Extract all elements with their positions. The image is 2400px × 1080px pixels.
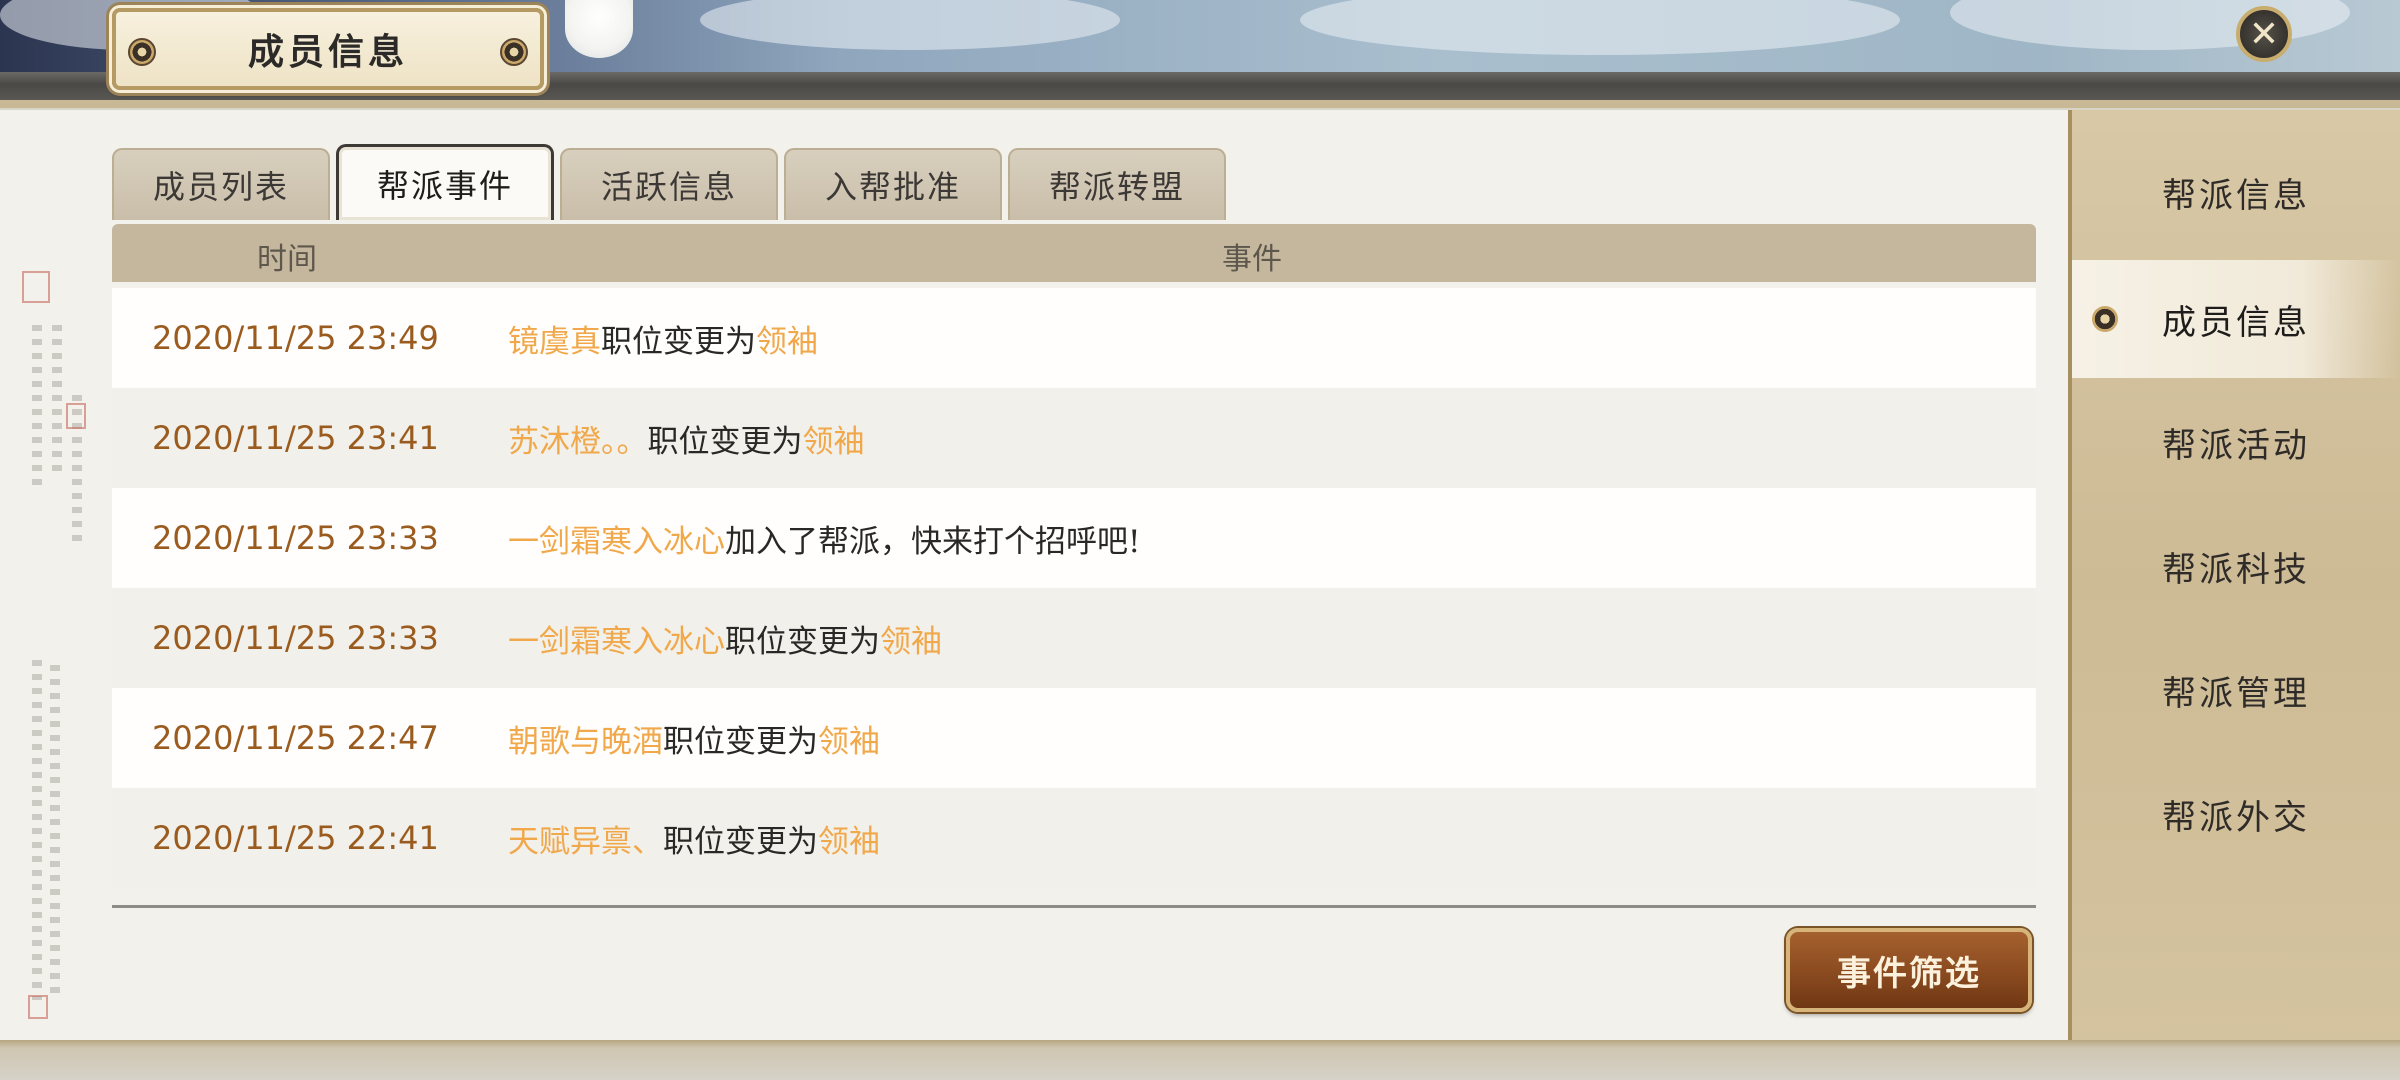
tab-member-list[interactable]: 成员列表	[112, 148, 330, 220]
event-text: 一剑霜寒入冰心职位变更为领袖	[508, 616, 942, 661]
event-action: 职位变更为	[663, 823, 818, 860]
event-action: 加入了帮派，快来打个招呼吧!	[725, 523, 1141, 560]
role-name: 领袖	[880, 623, 942, 660]
member-name: 一剑霜寒入冰心	[508, 623, 725, 660]
table-row: 2020/11/25 23:41 苏沐橙。。职位变更为领袖	[112, 388, 2036, 488]
table-row: 2020/11/25 23:33 一剑霜寒入冰心职位变更为领袖	[112, 588, 2036, 688]
table-row: 2020/11/25 22:41 天赋异禀、职位变更为领袖	[112, 788, 2036, 888]
table-header: 时间 事件	[112, 224, 2036, 282]
sidebar-item-guild-diplomacy[interactable]: 帮派外交	[2072, 755, 2400, 873]
sidebar-item-label: 帮派管理	[2162, 673, 2310, 714]
tab-guild-alliance[interactable]: 帮派转盟	[1008, 148, 1226, 220]
event-time: 2020/11/25 23:33	[152, 519, 439, 557]
member-name: 一剑霜寒入冰心	[508, 523, 725, 560]
knot-ornament-icon	[500, 38, 528, 66]
sidebar-item-label: 成员信息	[2162, 302, 2310, 343]
event-text: 苏沐橙。。职位变更为领袖	[508, 416, 865, 461]
member-name: 镜虞真	[508, 323, 601, 360]
event-text: 镜虞真职位变更为领袖	[508, 316, 818, 361]
tab-join-approval[interactable]: 入帮批准	[784, 148, 1002, 220]
window-title-plaque: 成员信息	[112, 8, 544, 90]
event-action: 职位变更为	[725, 623, 880, 660]
sidebar-item-member-info[interactable]: 成员信息	[2072, 260, 2400, 378]
table-divider	[112, 905, 2036, 908]
tab-bar: 成员列表 帮派事件 活跃信息 入帮批准 帮派转盟	[112, 144, 1226, 220]
role-name: 领袖	[818, 723, 880, 760]
seal-stamp	[28, 995, 48, 1019]
moon	[565, 0, 633, 58]
column-header-event: 事件	[1222, 242, 1282, 277]
knot-bullet-icon	[2092, 306, 2118, 332]
cloud	[1300, 0, 1900, 55]
sidebar-item-label: 帮派外交	[2162, 797, 2310, 838]
knot-ornament-icon	[128, 38, 156, 66]
close-button[interactable]: ✕	[2236, 6, 2292, 62]
tab-guild-events[interactable]: 帮派事件	[336, 144, 554, 220]
calligraphy-column	[32, 325, 42, 485]
table-row: 2020/11/25 22:47 朝歌与晚酒职位变更为领袖	[112, 688, 2036, 788]
sidebar-item-guild-tech[interactable]: 帮派科技	[2072, 507, 2400, 625]
member-name: 苏沐橙。。	[508, 423, 648, 460]
table-row: 2020/11/25 23:33 一剑霜寒入冰心加入了帮派，快来打个招呼吧!	[112, 488, 2036, 588]
event-text: 天赋异禀、职位变更为领袖	[508, 816, 880, 861]
sidebar-item-label: 帮派活动	[2162, 425, 2310, 466]
event-list: 2020/11/25 23:49 镜虞真职位变更为领袖 2020/11/25 2…	[112, 288, 2036, 888]
cloud	[700, 0, 1120, 50]
sidebar-item-guild-activity[interactable]: 帮派活动	[2072, 383, 2400, 501]
member-name: 天赋异禀、	[508, 823, 663, 860]
bottom-trim	[0, 1040, 2400, 1080]
event-filter-button[interactable]: 事件筛选	[1786, 928, 2032, 1012]
event-action: 职位变更为	[601, 323, 756, 360]
table-row: 2020/11/25 23:49 镜虞真职位变更为领袖	[112, 288, 2036, 388]
calligraphy-column	[50, 665, 60, 995]
sidebar-item-guild-management[interactable]: 帮派管理	[2072, 631, 2400, 749]
event-text: 一剑霜寒入冰心加入了帮派，快来打个招呼吧!	[508, 516, 1140, 561]
close-icon: ✕	[2248, 13, 2280, 55]
window-title: 成员信息	[247, 31, 408, 73]
member-name: 朝歌与晚酒	[508, 723, 663, 760]
column-header-time: 时间	[257, 242, 317, 277]
role-name: 领袖	[756, 323, 818, 360]
event-action: 职位变更为	[663, 723, 818, 760]
calligraphy-decoration	[14, 265, 86, 1025]
event-time: 2020/11/25 23:49	[152, 319, 439, 357]
sidebar-item-guild-info[interactable]: 帮派信息	[2072, 133, 2400, 251]
event-time: 2020/11/25 22:41	[152, 819, 439, 857]
calligraphy-column	[32, 660, 42, 1000]
event-time: 2020/11/25 23:33	[152, 619, 439, 657]
role-name: 领袖	[818, 823, 880, 860]
event-time: 2020/11/25 22:47	[152, 719, 439, 757]
sidebar-item-label: 帮派科技	[2162, 549, 2310, 590]
calligraphy-column	[52, 325, 62, 475]
event-text: 朝歌与晚酒职位变更为领袖	[508, 716, 880, 761]
top-bar-trim	[0, 100, 2400, 108]
event-action: 职位变更为	[647, 423, 803, 460]
seal-stamp	[66, 403, 86, 429]
sidebar-item-label: 帮派信息	[2162, 175, 2310, 216]
event-time: 2020/11/25 23:41	[152, 419, 439, 457]
tab-activity-info[interactable]: 活跃信息	[560, 148, 778, 220]
role-name: 领袖	[802, 423, 865, 460]
seal-stamp	[22, 271, 50, 303]
